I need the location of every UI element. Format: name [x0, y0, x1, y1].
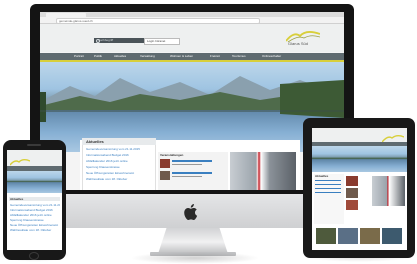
mobile-news-item[interactable]: Abfallkalender 2016 jetzt online: [10, 213, 60, 217]
login-button[interactable]: Login Intranet: [144, 38, 180, 45]
news-item[interactable]: Abfallkalender 2016 jetzt online: [86, 159, 152, 163]
tablet-tile[interactable]: [316, 228, 336, 244]
event-text-line: [172, 164, 202, 165]
tablet-tile[interactable]: [360, 228, 380, 244]
mobile-news-item[interactable]: Gemeindeversammlung vom 21.11.2015: [10, 203, 60, 207]
tablet-train-photo[interactable]: [372, 176, 405, 206]
tablet-logo[interactable]: [381, 130, 405, 143]
events-heading: Veranstaltungen: [160, 153, 184, 157]
iphone-speaker: [27, 144, 41, 146]
news-item[interactable]: Wahlresultate vom 18. Oktober: [86, 177, 152, 181]
nav-item-onlineschalter[interactable]: Onlineschalter: [262, 54, 294, 58]
news-panel: [82, 138, 156, 190]
news-item[interactable]: Neue Öffnungszeiten Einwohneramt: [86, 171, 152, 175]
mobile-news-item[interactable]: Neue Öffnungszeiten Einwohneramt: [10, 223, 60, 227]
iphone-home-button[interactable]: [29, 252, 39, 260]
tablet-hero-image: [312, 146, 407, 172]
search-input[interactable]: Suchbegriff: [94, 38, 144, 43]
tablet-news-link[interactable]: [315, 188, 341, 189]
nav-item-verwaltung[interactable]: Verwaltung: [140, 54, 164, 58]
event-thumbnail[interactable]: [160, 171, 170, 180]
apple-logo-icon: [184, 203, 200, 221]
nav-item-wohnen[interactable]: Wohnen & Leben: [170, 54, 204, 58]
imac-screen: gemeinde-glarus-sued.ch Suchbegriff Logi…: [40, 12, 344, 190]
site-logo[interactable]: Glarus Süd: [285, 29, 321, 49]
event-text-line: [172, 176, 202, 177]
tablet-event-thumbnail[interactable]: [346, 188, 358, 198]
mobile-news-item[interactable]: Wahlresultate vom 18. Oktober: [10, 228, 60, 232]
tablet-tile[interactable]: [338, 228, 358, 244]
news-item[interactable]: Sperrung Klausenstrasse: [86, 165, 152, 169]
tablet-news-panel: [314, 174, 344, 224]
ipad-screen: Aktuelles: [312, 128, 407, 250]
imac-stand: [158, 224, 228, 254]
event-thumbnail[interactable]: [160, 159, 170, 168]
mobile-news-heading: Aktuelles: [10, 197, 24, 201]
tablet-news-link[interactable]: [315, 184, 341, 185]
mobile-logo[interactable]: [9, 153, 31, 166]
tablet-event-thumbnail[interactable]: [346, 176, 358, 186]
train-photo[interactable]: [230, 152, 296, 190]
tablet-news-heading: Aktuelles: [315, 174, 329, 178]
news-item[interactable]: Gemeindeversammlung vom 21.11.2015: [86, 147, 152, 151]
nav-item-tourismus[interactable]: Tourismus: [232, 54, 256, 58]
nav-item-politik[interactable]: Politik: [94, 54, 110, 58]
mobile-news-item[interactable]: Informationsabend Budget 2016: [10, 208, 60, 212]
nav-item-freizeit[interactable]: Freizeit: [210, 54, 230, 58]
news-item[interactable]: Informationsabend Budget 2016: [86, 153, 152, 157]
news-heading: Aktuelles: [86, 139, 104, 144]
mobile-news-item[interactable]: Sperrung Klausenstrasse: [10, 218, 60, 222]
logo-text: Glarus Süd: [288, 42, 309, 46]
nav-item-aktuelles[interactable]: Aktuelles: [114, 54, 136, 58]
tablet-tile[interactable]: [382, 228, 402, 244]
tablet-news-link[interactable]: [315, 192, 341, 193]
event-text-line: [172, 160, 212, 162]
search-icon[interactable]: [96, 39, 100, 43]
iphone-screen: Aktuelles Gemeindeversammlung vom 21.11.…: [7, 150, 62, 250]
imac-shadow: [130, 252, 260, 264]
tablet-news-link[interactable]: [315, 180, 341, 181]
event-text-line: [172, 172, 212, 174]
tablet-event-thumbnail[interactable]: [346, 200, 358, 210]
mobile-hero-image: [7, 171, 62, 193]
nav-item-portrait[interactable]: Portrait: [74, 54, 90, 58]
